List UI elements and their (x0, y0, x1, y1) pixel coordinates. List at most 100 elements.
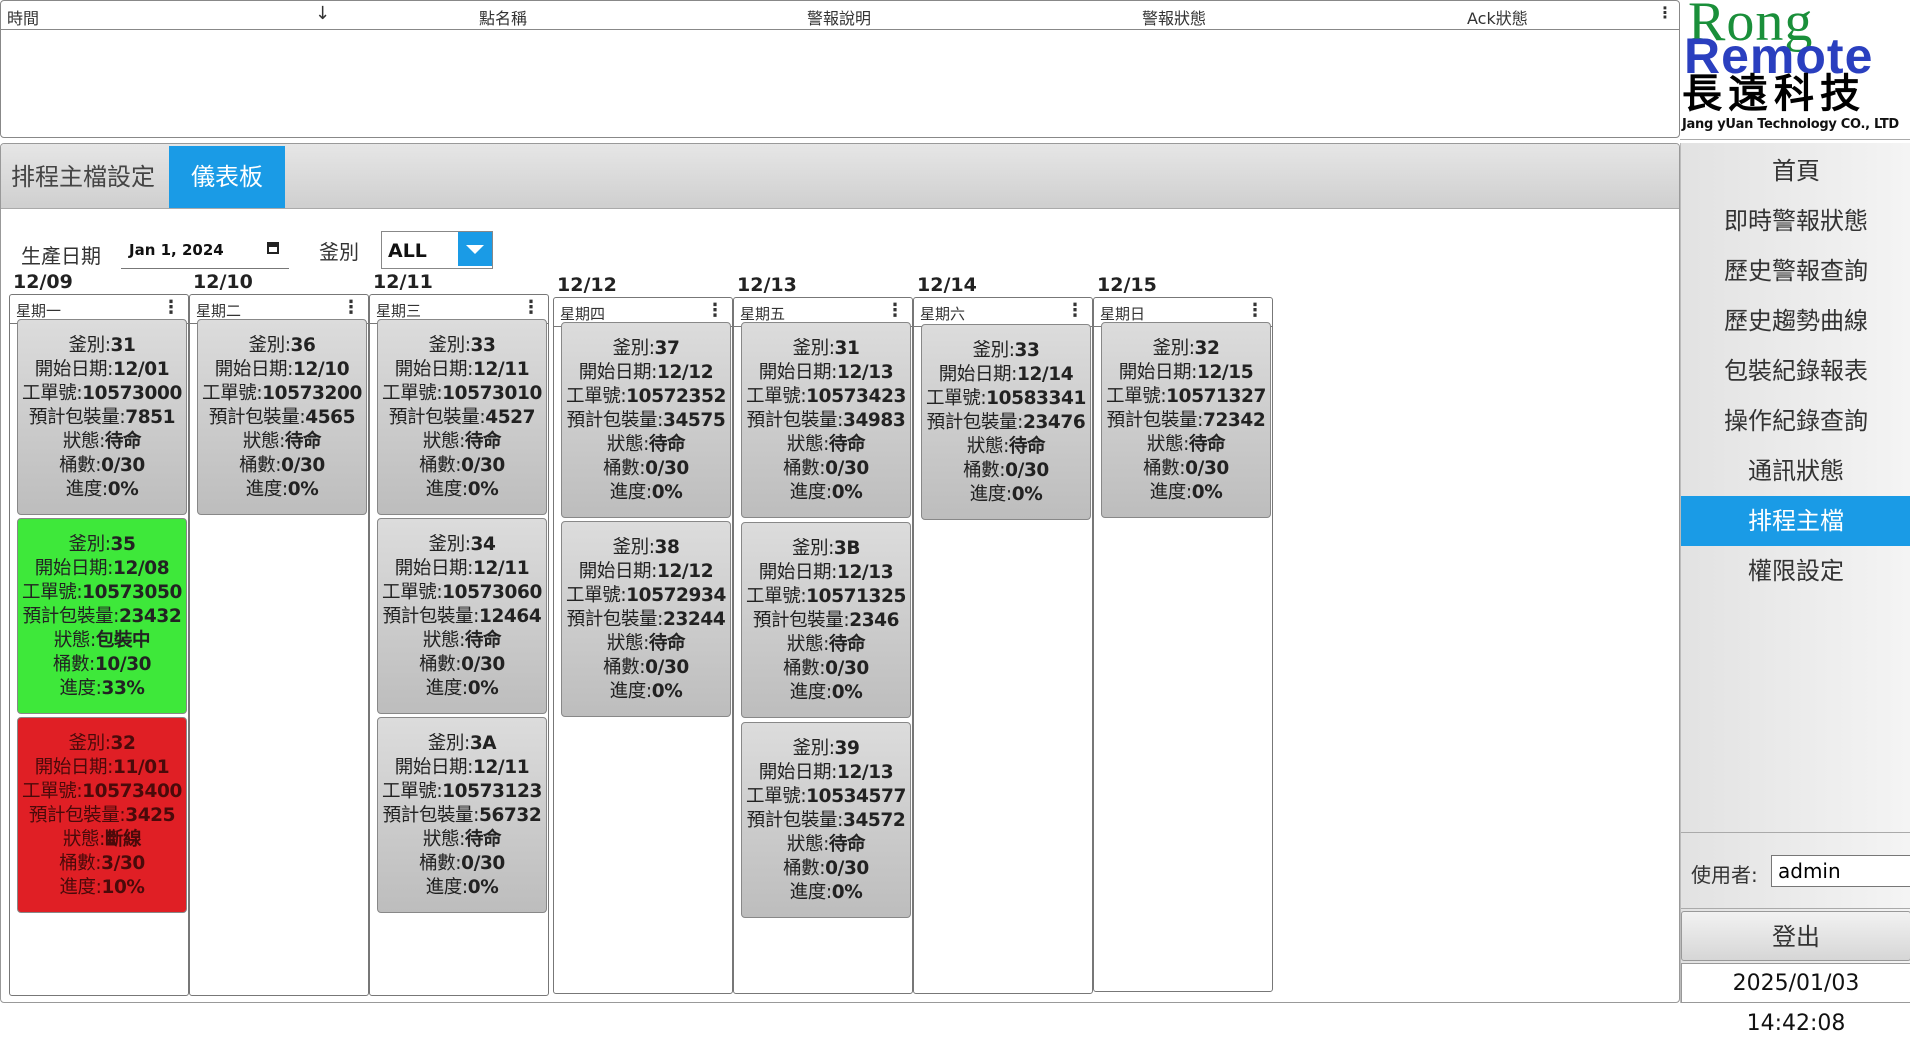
sidebar: 首頁 即時警報狀態 歷史警報查詢 歷史趨勢曲線 包裝紀錄報表 操作紀錄查詢 通訊狀態 排程主檔… (1680, 143, 1910, 1036)
schedule-card[interactable]: 釜別:31 開始日期:12/01 工單號:10573000 預計包裝量:7851 狀態:… (17, 319, 187, 515)
tab-dashboard[interactable]: 儀表板 (169, 146, 285, 208)
card-state: 狀態:待命 (606, 434, 686, 455)
kebab-menu-icon[interactable]: ⋮ (886, 302, 904, 320)
card-barrels: 桶數:0/30 (419, 853, 505, 874)
card-order: 工單號:10573423 (746, 386, 906, 407)
user-box: 使用者: (1681, 832, 1910, 909)
schedule-card[interactable]: 釜別:32 開始日期:11/01 工單號:10573400 預計包裝量:3425 狀態:… (17, 717, 187, 913)
card-order: 工單號:10573400 (22, 781, 182, 802)
card-barrels: 桶數:0/30 (603, 657, 689, 678)
kebab-menu-icon[interactable]: ⋮ (1066, 302, 1084, 320)
day-date: 12/10 (193, 271, 253, 293)
card-kettle: 釜別:31 (68, 335, 136, 356)
kebab-menu-icon[interactable]: ⋮ (522, 299, 540, 317)
card-start: 開始日期:12/11 (394, 757, 530, 778)
card-barrels: 桶數:10/30 (52, 654, 152, 675)
alarm-col-status[interactable]: 警報狀態 (1142, 5, 1206, 29)
schedule-card[interactable]: 釜別:33 開始日期:12/14 工單號:10583341 預計包裝量:23476 狀態… (921, 324, 1091, 520)
alarm-col-ack[interactable]: Ack狀態 (1467, 5, 1528, 29)
card-order: 工單號:10572934 (566, 585, 726, 606)
day-column-header: 星期六 ⋮ (914, 298, 1092, 327)
card-kettle: 釜別:3A (427, 733, 497, 754)
card-barrels: 桶數:0/30 (783, 858, 869, 879)
alarm-col-time[interactable]: 時間 (7, 5, 39, 29)
chevron-down-icon[interactable] (458, 232, 492, 266)
day-date: 12/12 (557, 274, 617, 296)
card-state: 狀態:待命 (422, 431, 502, 452)
tab-schedule-master-settings[interactable]: 排程主檔設定 (1, 146, 165, 208)
schedule-card[interactable]: 釜別:36 開始日期:12/10 工單號:10573200 預計包裝量:4565 狀態:… (197, 319, 367, 515)
card-kettle: 釜別:35 (68, 534, 136, 555)
sidebar-item-2[interactable]: 歷史警報查詢 (1681, 246, 1910, 296)
card-kettle: 釜別:39 (792, 738, 860, 759)
schedule-card[interactable]: 釜別:37 開始日期:12/12 工單號:10572352 預計包裝量:34575 狀態… (561, 322, 731, 518)
card-order: 工單號:10573000 (22, 383, 182, 404)
logout-button[interactable]: 登出 (1681, 911, 1910, 961)
sidebar-item-5[interactable]: 操作紀錄查詢 (1681, 396, 1910, 446)
sidebar-item-6[interactable]: 通訊狀態 (1681, 446, 1910, 496)
card-order: 工單號:10571327 (1106, 386, 1266, 407)
alarm-col-description[interactable]: 警報說明 (807, 5, 871, 29)
card-barrels: 桶數:3/30 (59, 853, 145, 874)
card-order: 工單號:10572352 (566, 386, 726, 407)
card-state: 狀態:待命 (422, 829, 502, 850)
sidebar-item-4[interactable]: 包裝紀錄報表 (1681, 346, 1910, 396)
card-qty: 預計包裝量:23476 (926, 412, 1086, 433)
day-date: 12/13 (737, 274, 797, 296)
production-date-input[interactable]: Jan 1, 2024 (121, 232, 289, 269)
schedule-card[interactable]: 釜別:35 開始日期:12/08 工單號:10573050 預計包裝量:23432 狀態… (17, 518, 187, 714)
card-progress: 進度:0% (789, 882, 863, 903)
kebab-menu-icon[interactable]: ⋮ (706, 302, 724, 320)
card-qty: 預計包裝量:34983 (746, 410, 906, 431)
company-logo: Rong Remote 長遠科技 Jang yUan Technology CO… (1680, 0, 1910, 140)
day-weekday: 星期六 (920, 305, 966, 323)
card-state: 狀態:待命 (606, 633, 686, 654)
schedule-card[interactable]: 釜別:32 開始日期:12/15 工單號:10571327 預計包裝量:72342 狀態… (1101, 322, 1271, 518)
sidebar-item-7[interactable]: 排程主檔 (1681, 496, 1910, 546)
card-kettle: 釜別:37 (612, 338, 680, 359)
card-start: 開始日期:12/13 (758, 762, 894, 783)
card-qty: 預計包裝量:3425 (28, 805, 176, 826)
kebab-menu-icon[interactable]: ⋮ (342, 299, 360, 317)
card-state: 狀態:待命 (62, 431, 142, 452)
card-kettle: 釜別:34 (428, 534, 496, 555)
alarm-table: 時間 ↓ 點名稱 警報說明 警報狀態 Ack狀態 ⋮ (0, 0, 1680, 138)
schedule-card[interactable]: 釜別:39 開始日期:12/13 工單號:10534577 預計包裝量:34572 狀態… (741, 722, 911, 918)
kettle-label: 釜別 (319, 240, 359, 264)
card-kettle: 釜別:38 (612, 537, 680, 558)
card-start: 開始日期:12/13 (758, 362, 894, 383)
card-qty: 預計包裝量:12464 (382, 606, 542, 627)
kebab-menu-icon[interactable]: ⋮ (1246, 302, 1264, 320)
schedule-card[interactable]: 釜別:33 開始日期:12/11 工單號:10573010 預計包裝量:4527 狀態:… (377, 319, 547, 515)
kebab-menu-icon[interactable]: ⋮ (162, 299, 180, 317)
user-field[interactable] (1771, 855, 1910, 887)
card-qty: 預計包裝量:34575 (566, 410, 726, 431)
card-kettle: 釜別:31 (792, 338, 860, 359)
schedule-card[interactable]: 釜別:38 開始日期:12/12 工單號:10572934 預計包裝量:23244 狀態… (561, 521, 731, 717)
sidebar-item-3[interactable]: 歷史趨勢曲線 (1681, 296, 1910, 346)
kettle-select[interactable]: ALL (381, 231, 493, 269)
card-order: 工單號:10534577 (746, 786, 906, 807)
card-start: 開始日期:12/13 (758, 562, 894, 583)
calendar-icon[interactable] (267, 242, 279, 254)
card-progress: 進度:0% (789, 482, 863, 503)
schedule-card[interactable]: 釜別:3A 開始日期:12/11 工單號:10573123 預計包裝量:56732 狀態… (377, 717, 547, 913)
schedule-card[interactable]: 釜別:3B 開始日期:12/13 工單號:10571325 預計包裝量:2346 狀態:… (741, 522, 911, 718)
sort-down-arrow-icon[interactable]: ↓ (315, 3, 330, 24)
card-progress: 進度:0% (969, 484, 1043, 505)
alarm-col-point-name[interactable]: 點名稱 (479, 5, 527, 29)
card-qty: 預計包裝量:4565 (208, 407, 356, 428)
sidebar-item-8[interactable]: 權限設定 (1681, 546, 1910, 596)
card-start: 開始日期:12/10 (214, 359, 350, 380)
sidebar-item-0[interactable]: 首頁 (1681, 146, 1910, 196)
schedule-card[interactable]: 釜別:31 開始日期:12/13 工單號:10573423 預計包裝量:34983 狀態… (741, 322, 911, 518)
sidebar-item-1[interactable]: 即時警報狀態 (1681, 196, 1910, 246)
card-kettle: 釜別:32 (1152, 338, 1220, 359)
card-qty: 預計包裝量:4527 (388, 407, 536, 428)
card-order: 工單號:10573123 (382, 781, 542, 802)
card-state: 狀態:待命 (786, 434, 866, 455)
alarm-table-header: 時間 ↓ 點名稱 警報說明 警報狀態 Ack狀態 ⋮ (1, 1, 1679, 30)
schedule-card[interactable]: 釜別:34 開始日期:12/11 工單號:10573060 預計包裝量:12464 狀態… (377, 518, 547, 714)
kebab-menu-icon[interactable]: ⋮ (1657, 4, 1673, 22)
card-start: 開始日期:12/15 (1118, 362, 1254, 383)
